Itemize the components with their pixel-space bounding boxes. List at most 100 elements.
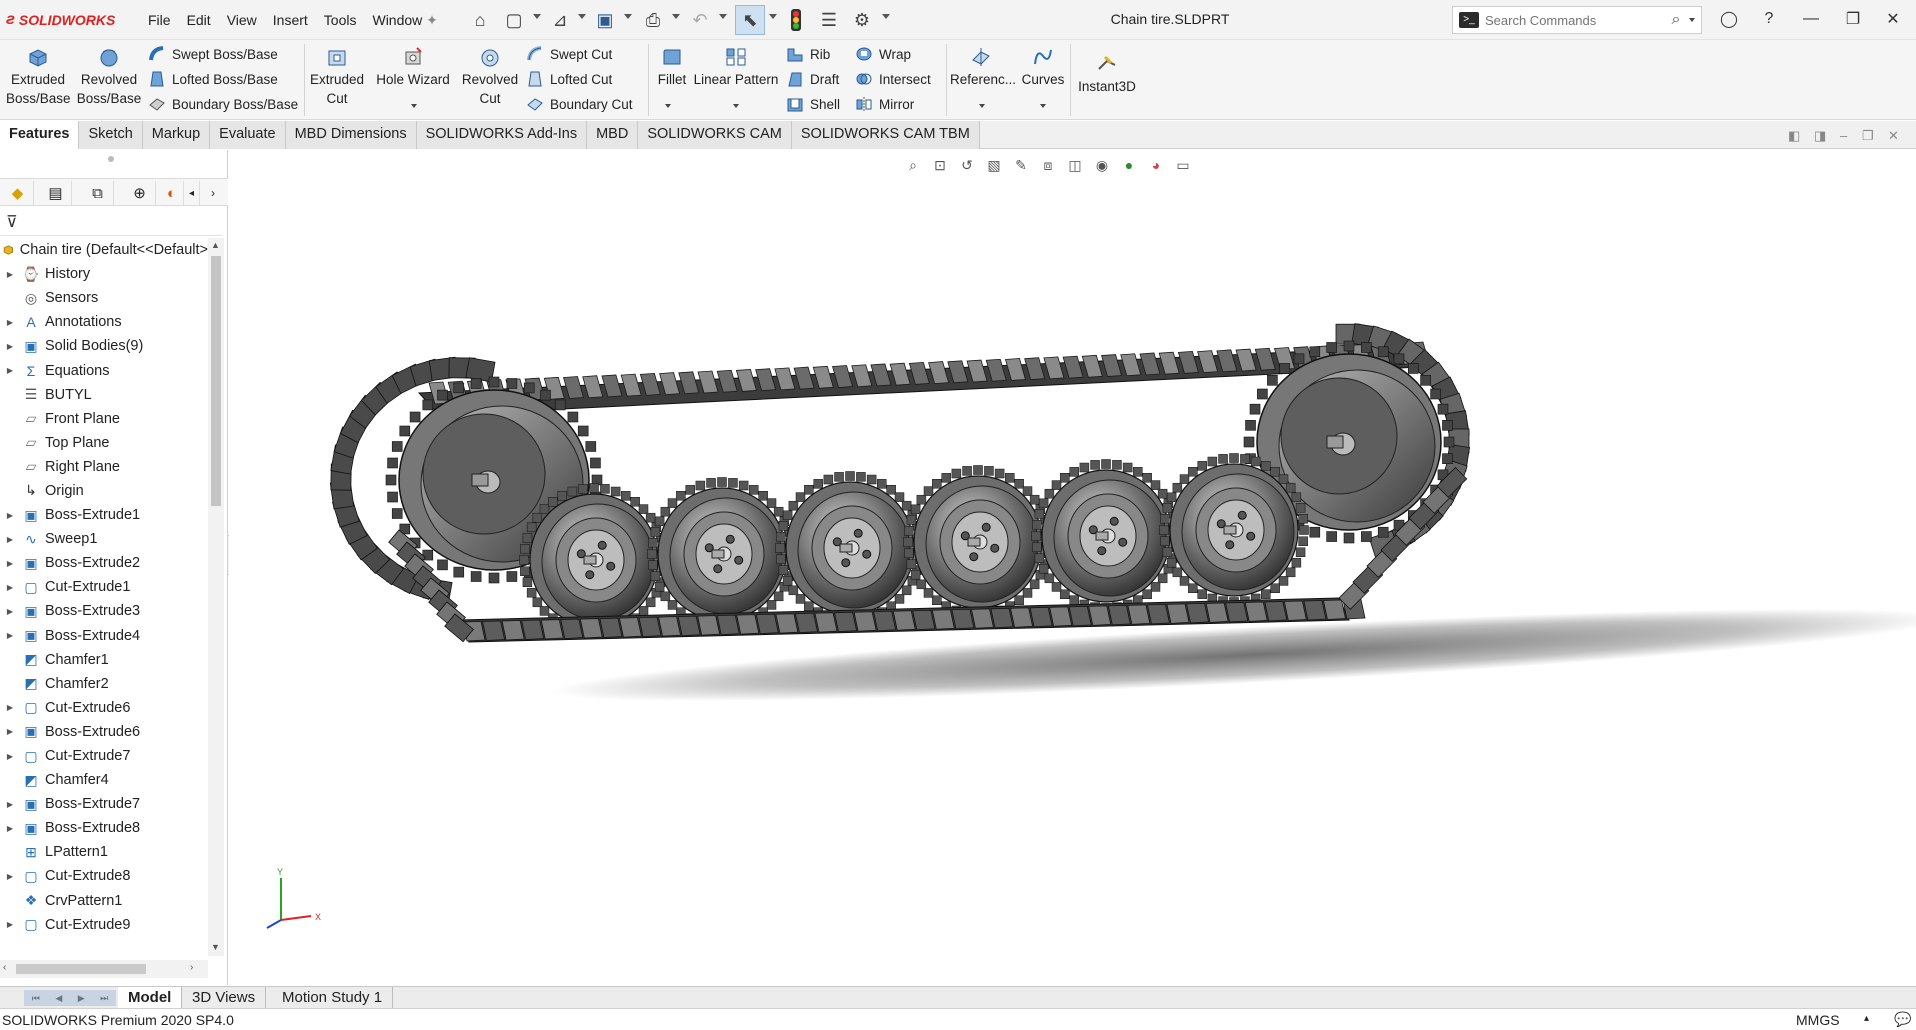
- search-icon[interactable]: ⌕: [1665, 11, 1687, 29]
- viewport-tile-left-icon[interactable]: ◧: [1788, 128, 1800, 144]
- tree-item[interactable]: ▶ ▣ Boss-Extrude7: [0, 792, 208, 816]
- tab-motion-study[interactable]: Motion Study 1: [272, 987, 394, 1009]
- reference-caret[interactable]: [979, 104, 985, 108]
- tab-evaluate[interactable]: Evaluate: [210, 121, 286, 149]
- fillet-button[interactable]: Fillet: [652, 46, 692, 89]
- expand-arrow-icon[interactable]: ▶: [4, 366, 16, 375]
- tree-item[interactable]: ▶ Σ Equations: [0, 358, 208, 382]
- tree-item[interactable]: ❖ CrvPattern1: [0, 889, 208, 913]
- scroll-thumb-horizontal[interactable]: [16, 964, 146, 974]
- expand-arrow-icon[interactable]: ▶: [4, 607, 16, 616]
- tree-item[interactable]: ▶ ▢ Cut-Extrude6: [0, 696, 208, 720]
- tree-item[interactable]: ▶ ▣ Boss-Extrude2: [0, 551, 208, 575]
- boundary-cut-button[interactable]: Boundary Cut: [526, 93, 633, 115]
- boundary-boss-button[interactable]: Boundary Boss/Base: [148, 93, 298, 115]
- viewport-minimize-icon[interactable]: –: [1840, 128, 1847, 143]
- tree-item[interactable]: ▱ Right Plane: [0, 455, 208, 479]
- options-icon[interactable]: ⚙: [850, 8, 874, 32]
- tree-item[interactable]: ▶ ▢ Cut-Extrude9: [0, 913, 208, 937]
- tree-item[interactable]: ◩ Chamfer4: [0, 768, 208, 792]
- viewport-restore-icon[interactable]: ❐: [1862, 128, 1874, 144]
- expand-arrow-icon[interactable]: ▶: [4, 342, 16, 351]
- tree-horizontal-scrollbar[interactable]: ‹ ›: [0, 960, 208, 978]
- mirror-button[interactable]: Mirror: [855, 93, 914, 115]
- tab-scroll-right-icon[interactable]: ›: [204, 181, 222, 205]
- expand-arrow-icon[interactable]: ▶: [4, 631, 16, 640]
- wrap-button[interactable]: Wrap: [855, 43, 911, 65]
- tree-item[interactable]: ▶ ▣ Boss-Extrude8: [0, 816, 208, 840]
- tab-solidworks-addins[interactable]: SOLIDWORKS Add-Ins: [416, 121, 588, 149]
- tab-scroll-left-icon[interactable]: ◂: [184, 181, 200, 205]
- curves-button[interactable]: Curves: [1018, 46, 1068, 89]
- expand-arrow-icon[interactable]: ▶: [4, 824, 16, 833]
- linear-pattern-caret[interactable]: [733, 104, 739, 108]
- propertymanager-tab-icon[interactable]: ▤: [40, 181, 72, 205]
- expand-arrow-icon[interactable]: ▶: [4, 559, 16, 568]
- tree-item[interactable]: ▶ A Annotations: [0, 310, 208, 334]
- minimize-icon[interactable]: —: [1794, 4, 1828, 34]
- tree-vertical-scrollbar[interactable]: ▲ ▼: [208, 238, 224, 956]
- menu-view[interactable]: View: [219, 10, 265, 30]
- tree-item[interactable]: ☰ BUTYL: [0, 383, 208, 407]
- tree-root[interactable]: Chain tire (Default<<Default>: [0, 238, 208, 262]
- select-caret[interactable]: [769, 14, 777, 19]
- expand-arrow-icon[interactable]: ▶: [4, 752, 16, 761]
- tab-features[interactable]: Features: [0, 121, 80, 149]
- solidworks-logo[interactable]: ƨ SOLIDWORKS: [6, 9, 115, 31]
- hole-wizard-button[interactable]: Hole Wizard: [372, 46, 454, 89]
- tree-item[interactable]: ▶ ▣ Boss-Extrude3: [0, 599, 208, 623]
- extruded-boss-button[interactable]: Extruded Boss/Base: [6, 46, 71, 108]
- expand-arrow-icon[interactable]: ▶: [4, 727, 16, 736]
- expand-arrow-icon[interactable]: ▶: [4, 920, 16, 929]
- undo-icon[interactable]: ↶: [688, 8, 712, 32]
- tree-item[interactable]: ▶ ▣ Boss-Extrude4: [0, 624, 208, 648]
- unit-system[interactable]: MMGS: [1796, 1012, 1840, 1028]
- save-icon[interactable]: ▣: [593, 8, 617, 32]
- expand-arrow-icon[interactable]: ▶: [4, 800, 16, 809]
- print-caret[interactable]: [672, 14, 680, 19]
- new-document-icon[interactable]: ▢: [502, 8, 526, 32]
- file-properties-icon[interactable]: ☰: [817, 8, 841, 32]
- search-caret[interactable]: [1689, 18, 1695, 22]
- tree-item[interactable]: ▶ ▢ Cut-Extrude8: [0, 864, 208, 888]
- graphics-area[interactable]: ⌕ ⊡ ↺ ▧ ✎ ⧈ ◫ ◉ ● ◕ ▭ Y X: [229, 150, 1916, 985]
- restore-icon[interactable]: ❐: [1836, 4, 1870, 34]
- swept-boss-button[interactable]: Swept Boss/Base: [148, 43, 278, 65]
- menu-file[interactable]: File: [140, 10, 179, 30]
- rebuild-icon[interactable]: [784, 8, 808, 32]
- revolved-boss-button[interactable]: Revolved Boss/Base: [76, 46, 142, 108]
- tree-item[interactable]: ▶ ∿ Sweep1: [0, 527, 208, 551]
- tab-sketch[interactable]: Sketch: [79, 121, 143, 149]
- dimxpertmanager-tab-icon[interactable]: ⊕: [124, 181, 156, 205]
- tree-item[interactable]: ◎ Sensors: [0, 286, 208, 310]
- featuremanager-tab-icon[interactable]: ◆: [2, 181, 34, 205]
- tree-item[interactable]: ▶ ▢ Cut-Extrude1: [0, 575, 208, 599]
- extruded-cut-button[interactable]: Extruded Cut: [308, 46, 366, 108]
- tab-mbd-dimensions[interactable]: MBD Dimensions: [285, 121, 417, 149]
- tree-item[interactable]: ↳ Origin: [0, 479, 208, 503]
- select-icon[interactable]: ⬉: [735, 5, 765, 35]
- lofted-cut-button[interactable]: Lofted Cut: [526, 68, 612, 90]
- scroll-down-icon[interactable]: ▼: [211, 942, 220, 952]
- menu-tools[interactable]: Tools: [316, 10, 365, 30]
- tree-item[interactable]: ⊞ LPattern1: [0, 840, 208, 864]
- displaymanager-tab-icon[interactable]: ◐: [160, 181, 184, 205]
- shell-button[interactable]: Shell: [786, 93, 840, 115]
- tab-3d-views[interactable]: 3D Views: [182, 987, 267, 1009]
- intersect-button[interactable]: Intersect: [855, 68, 931, 90]
- revolved-cut-button[interactable]: Revolved Cut: [458, 46, 522, 108]
- configurationmanager-tab-icon[interactable]: ⧉: [82, 181, 114, 205]
- viewport-tile-right-icon[interactable]: ◨: [1814, 128, 1826, 144]
- tree-item[interactable]: ◩ Chamfer1: [0, 648, 208, 672]
- hole-wizard-caret[interactable]: [411, 104, 417, 108]
- tree-item[interactable]: ▶ ▣ Boss-Extrude6: [0, 720, 208, 744]
- scroll-right-icon[interactable]: ›: [190, 962, 193, 973]
- linear-pattern-button[interactable]: Linear Pattern: [690, 46, 782, 89]
- open-icon[interactable]: ⊿: [548, 8, 572, 32]
- instant3d-button[interactable]: Instant3D: [1074, 53, 1140, 96]
- tab-solidworks-cam[interactable]: SOLIDWORKS CAM: [638, 121, 792, 149]
- tree-item[interactable]: ◩ Chamfer2: [0, 672, 208, 696]
- print-icon[interactable]: ⎙: [641, 8, 665, 32]
- tree-item[interactable]: ▶ ⌚ History: [0, 262, 208, 286]
- fillet-caret[interactable]: [665, 104, 671, 108]
